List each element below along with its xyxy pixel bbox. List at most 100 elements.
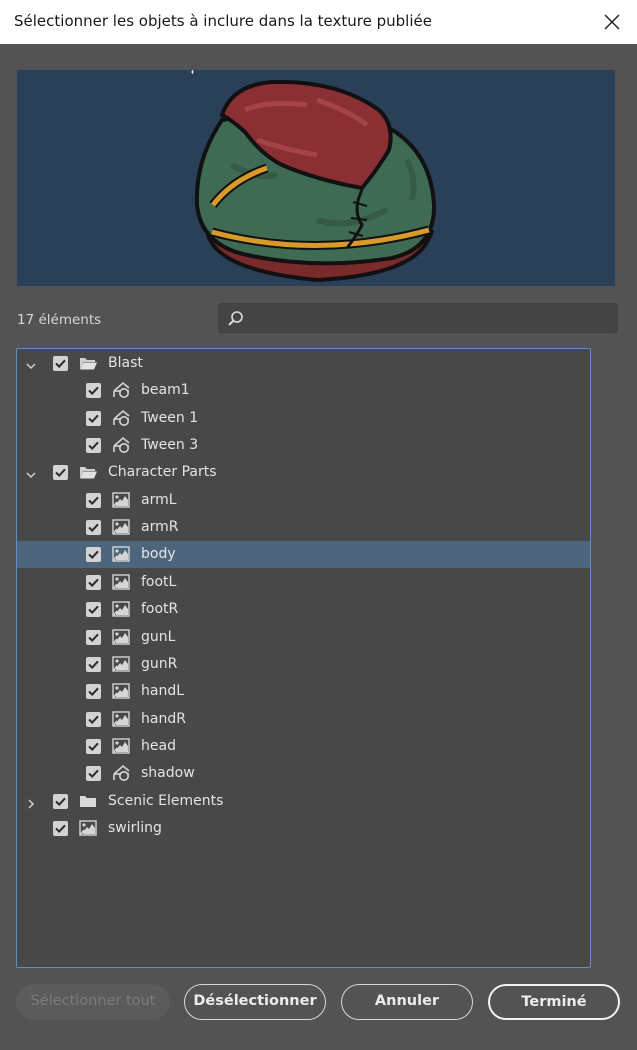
tree-row[interactable]: Tween 1 (17, 405, 590, 432)
item-checkbox[interactable] (86, 766, 101, 782)
item-checkbox[interactable] (53, 793, 68, 809)
bitmap-icon (111, 682, 131, 700)
tree-row[interactable]: footL (17, 569, 590, 596)
tree-row[interactable]: armR (17, 514, 590, 541)
tree-item-label: armL (141, 491, 177, 508)
tree-row[interactable]: head (17, 733, 590, 760)
folder-open-icon (78, 354, 98, 372)
check-icon (88, 386, 99, 396)
check-icon (55, 469, 66, 478)
item-checkbox[interactable] (53, 820, 68, 836)
texture-preview (17, 70, 615, 286)
check-icon (55, 359, 66, 369)
tree-item-label: Tween 1 (141, 409, 199, 426)
item-checkbox[interactable] (86, 629, 101, 645)
check-icon (88, 551, 99, 560)
tree-row[interactable]: Blast (17, 350, 590, 377)
tree-row[interactable]: Scenic Elements (17, 788, 590, 815)
item-checkbox[interactable] (86, 711, 101, 727)
tree-row[interactable]: handL (17, 678, 590, 705)
check-icon (88, 633, 99, 642)
tree-row[interactable]: gunR (17, 651, 590, 678)
check-icon (55, 797, 66, 806)
tree-item-label: body (141, 546, 176, 563)
chevron-down-icon[interactable] (25, 466, 37, 479)
bitmap-icon (111, 491, 131, 509)
tree-item-label: Character Parts (108, 464, 217, 481)
check-icon (88, 769, 99, 779)
item-checkbox[interactable] (86, 602, 101, 618)
search-box[interactable] (218, 303, 618, 333)
bitmap-icon (111, 710, 131, 728)
graphic-symbol-icon (111, 764, 131, 782)
item-count: 17 éléments (17, 312, 102, 328)
dialog-title: Sélectionner les objets à inclure dans l… (14, 12, 432, 30)
check-icon (88, 496, 99, 505)
item-checkbox[interactable] (86, 438, 101, 454)
item-checkbox[interactable] (86, 738, 101, 754)
check-icon (88, 523, 99, 533)
bitmap-icon (111, 573, 131, 591)
tree-item-label: handL (141, 683, 185, 700)
item-checkbox[interactable] (86, 383, 101, 399)
bitmap-icon (111, 545, 131, 563)
tree-item-label: Tween 3 (141, 437, 199, 454)
search-icon (228, 311, 243, 326)
tree-row[interactable]: handR (17, 706, 590, 733)
tree-item-label: footR (141, 601, 179, 618)
folder-icon (78, 792, 98, 810)
item-checkbox[interactable] (86, 520, 101, 536)
tree-item-label: shadow (141, 765, 195, 782)
deselect-button[interactable]: Désélectionner (184, 984, 326, 1020)
bitmap-icon (111, 518, 131, 536)
chevron-down-icon[interactable] (25, 357, 37, 370)
close-button[interactable] (598, 8, 626, 36)
item-checkbox[interactable] (86, 656, 101, 672)
item-checkbox[interactable] (53, 356, 68, 371)
graphic-symbol-icon (111, 436, 131, 454)
check-icon (88, 687, 99, 697)
tree-item-label: swirling (108, 819, 162, 836)
item-checkbox[interactable] (86, 574, 101, 590)
item-checkbox[interactable] (86, 492, 101, 508)
bitmap-icon (111, 628, 131, 646)
bitmap-icon (111, 655, 131, 673)
chevron-right-icon[interactable] (25, 795, 37, 809)
item-checkbox[interactable] (53, 465, 68, 481)
cancel-button[interactable]: Annuler (341, 984, 473, 1020)
tree-item-label: head (141, 737, 176, 754)
check-icon (88, 605, 99, 615)
tree-item-label: gunR (141, 655, 178, 672)
tree-row[interactable]: armL (17, 487, 590, 514)
tree-row[interactable]: body (17, 541, 590, 569)
select-all-button[interactable]: Sélectionner tout (16, 984, 170, 1020)
bitmap-icon (111, 737, 131, 755)
tree-row[interactable]: Character Parts (17, 459, 590, 486)
graphic-symbol-icon (111, 381, 131, 399)
check-icon (88, 414, 99, 423)
tree-item-label: Blast (108, 355, 143, 371)
item-checkbox[interactable] (86, 547, 101, 563)
item-tree[interactable]: Blast beam1 Tween 1 Tween 3 Character Parts a… (16, 348, 591, 968)
tree-item-label: gunL (141, 628, 176, 645)
done-button[interactable]: Terminé (488, 984, 620, 1020)
graphic-symbol-icon (111, 409, 131, 427)
check-icon (88, 715, 99, 724)
tree-item-label: beam1 (141, 382, 190, 399)
title-bar: Sélectionner les objets à inclure dans l… (0, 0, 637, 44)
body-preview-image (191, 70, 437, 283)
tree-item-label: handR (141, 710, 186, 727)
tree-item-label: Scenic Elements (108, 792, 224, 809)
tree-row[interactable]: beam1 (17, 377, 590, 404)
check-icon (88, 578, 99, 587)
tree-row[interactable]: footR (17, 596, 590, 623)
tree-row[interactable]: swirling (17, 815, 590, 842)
tree-row[interactable]: shadow (17, 760, 590, 787)
item-checkbox[interactable] (86, 410, 101, 426)
check-icon (88, 742, 99, 751)
tree-row[interactable]: Tween 3 (17, 432, 590, 459)
item-checkbox[interactable] (86, 684, 101, 700)
tree-row[interactable]: gunL (17, 624, 590, 651)
search-input[interactable] (247, 307, 611, 331)
check-icon (88, 441, 99, 451)
